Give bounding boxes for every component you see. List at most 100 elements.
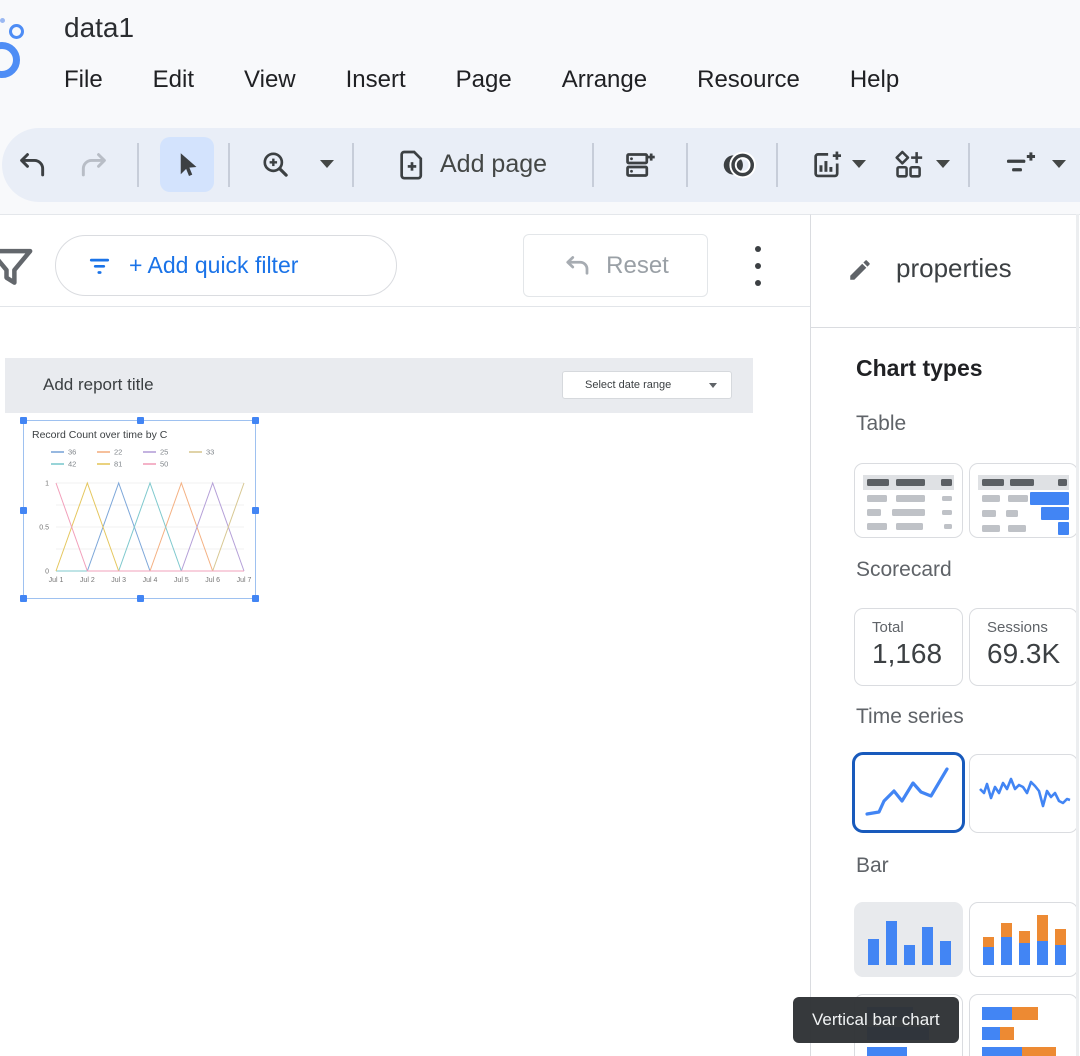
pencil-edit-icon bbox=[850, 260, 870, 280]
add-page-label[interactable]: Add page bbox=[440, 150, 547, 179]
quick-filter-bar: + Add quick filter Reset bbox=[0, 214, 810, 307]
more-options-button[interactable] bbox=[748, 242, 768, 290]
chart-type-vertical-bar[interactable] bbox=[854, 902, 963, 977]
menu-file[interactable]: File bbox=[64, 66, 103, 94]
kebab-dot bbox=[755, 263, 761, 269]
svg-text:Jul 2: Jul 2 bbox=[80, 577, 95, 584]
resize-handle-sw[interactable] bbox=[20, 595, 27, 602]
zoom-dropdown-caret-icon[interactable] bbox=[320, 160, 334, 168]
svg-text:25: 25 bbox=[160, 448, 168, 457]
chart-type-table-with-bars[interactable] bbox=[969, 463, 1078, 538]
properties-panel: properties Chart types Table Scorecard T… bbox=[810, 214, 1080, 1056]
toolbar-divider bbox=[968, 143, 970, 187]
chart-type-table[interactable] bbox=[854, 463, 963, 538]
looker-studio-window: data1 File Edit View Insert Page Arrange… bbox=[0, 0, 1080, 1056]
add-page-button[interactable] bbox=[390, 142, 434, 188]
toolbar-divider bbox=[228, 143, 230, 187]
document-title[interactable]: data1 bbox=[64, 12, 134, 44]
time-series-chart[interactable]: Record Count over time by C 36 22 25 33 42 81 5… bbox=[20, 417, 259, 602]
menu-insert[interactable]: Insert bbox=[346, 66, 406, 94]
report-canvas[interactable]: Add report title Select date range Recor… bbox=[0, 308, 810, 1056]
menu-resource[interactable]: Resource bbox=[697, 66, 800, 94]
add-control-caret-icon[interactable] bbox=[936, 160, 950, 168]
chart-type-scorecard-total[interactable]: Total 1,168 bbox=[854, 608, 963, 686]
toolbar-divider bbox=[686, 143, 688, 187]
blend-data-button[interactable] bbox=[712, 142, 764, 188]
add-filter-icon bbox=[1006, 152, 1036, 172]
svg-text:1: 1 bbox=[45, 481, 49, 488]
add-filter-caret-icon[interactable] bbox=[1052, 160, 1066, 168]
svg-text:22: 22 bbox=[114, 448, 122, 457]
reset-label: Reset bbox=[606, 251, 669, 279]
svg-text:Jul 5: Jul 5 bbox=[174, 577, 189, 584]
chart-type-sparkline[interactable] bbox=[969, 754, 1078, 833]
date-range-label: Select date range bbox=[585, 379, 672, 391]
reset-button[interactable]: Reset bbox=[523, 234, 708, 297]
menu-view[interactable]: View bbox=[244, 66, 296, 94]
chart-type-time-series-selected[interactable] bbox=[852, 752, 965, 833]
svg-text:Jul 7: Jul 7 bbox=[237, 577, 252, 584]
svg-text:Jul 4: Jul 4 bbox=[143, 577, 158, 584]
kebab-dot bbox=[755, 246, 761, 252]
date-range-caret-icon bbox=[709, 382, 717, 388]
resize-handle-n[interactable] bbox=[137, 417, 144, 424]
scorecard-label: Total bbox=[872, 619, 904, 636]
app-header: data1 File Edit View Insert Page Arrange… bbox=[0, 0, 1080, 214]
add-data-button[interactable] bbox=[618, 142, 662, 188]
add-control-icon bbox=[895, 150, 923, 178]
svg-text:36: 36 bbox=[68, 448, 76, 457]
menu-edit[interactable]: Edit bbox=[153, 66, 194, 94]
svg-text:42: 42 bbox=[68, 460, 76, 469]
table-thumbnail-icon bbox=[863, 475, 954, 530]
svg-text:50: 50 bbox=[160, 460, 168, 469]
resize-handle-e[interactable] bbox=[252, 507, 259, 514]
horizontal-stacked-bar-thumbnail-icon bbox=[982, 1007, 1056, 1056]
add-control-button[interactable] bbox=[886, 142, 930, 188]
filter-funnel-icon[interactable] bbox=[0, 241, 38, 295]
vertical-bar-chart-tooltip: Vertical bar chart bbox=[793, 997, 959, 1043]
svg-text:0: 0 bbox=[45, 569, 49, 576]
resize-handle-s[interactable] bbox=[137, 595, 144, 602]
resize-handle-se[interactable] bbox=[252, 595, 259, 602]
toolbar-divider bbox=[137, 143, 139, 187]
panel-scrollbar[interactable] bbox=[1076, 214, 1079, 1056]
scorecard-label: Sessions bbox=[987, 619, 1048, 636]
menu-arrange[interactable]: Arrange bbox=[562, 66, 647, 94]
group-label-scorecard: Scorecard bbox=[856, 558, 952, 581]
redo-button[interactable] bbox=[72, 142, 116, 188]
add-page-icon bbox=[400, 150, 423, 180]
resize-handle-ne[interactable] bbox=[252, 417, 259, 424]
redo-icon bbox=[81, 153, 106, 177]
svg-text:33: 33 bbox=[206, 448, 214, 457]
resize-handle-nw[interactable] bbox=[20, 417, 27, 424]
group-label-table: Table bbox=[856, 412, 907, 435]
chart-type-horizontal-stacked-bar[interactable] bbox=[969, 994, 1078, 1056]
svg-text:Jul 6: Jul 6 bbox=[205, 577, 220, 584]
select-tool-button[interactable] bbox=[160, 137, 214, 192]
add-filter-button[interactable] bbox=[998, 142, 1042, 188]
properties-panel-title: properties bbox=[896, 253, 1012, 283]
group-label-time-series: Time series bbox=[856, 705, 964, 728]
add-data-icon bbox=[626, 153, 655, 177]
add-quick-filter-label: + Add quick filter bbox=[129, 252, 299, 278]
group-label-bar: Bar bbox=[856, 854, 889, 877]
resize-handle-w[interactable] bbox=[20, 507, 27, 514]
add-chart-button[interactable] bbox=[804, 142, 848, 188]
report-title-placeholder[interactable]: Add report title bbox=[43, 375, 154, 395]
svg-text:Record Count over time by C: Record Count over time by C bbox=[32, 429, 168, 441]
chart-type-scorecard-compact[interactable]: Sessions 69.3K bbox=[969, 608, 1078, 686]
zoom-tool-button[interactable] bbox=[254, 142, 298, 188]
undo-button[interactable] bbox=[10, 142, 54, 188]
toolbar-divider bbox=[352, 143, 354, 187]
add-chart-caret-icon[interactable] bbox=[852, 160, 866, 168]
properties-panel-header: properties bbox=[811, 215, 1080, 328]
add-quick-filter-button[interactable]: + Add quick filter bbox=[55, 235, 397, 296]
menu-page[interactable]: Page bbox=[456, 66, 512, 94]
quick-filter-lines-icon bbox=[89, 258, 110, 274]
scorecard-value: 1,168 bbox=[872, 638, 943, 669]
vertical-bar-thumbnail-icon bbox=[868, 921, 951, 965]
menu-help[interactable]: Help bbox=[850, 66, 899, 94]
date-range-control[interactable]: Select date range bbox=[562, 371, 732, 399]
svg-text:81: 81 bbox=[114, 460, 122, 469]
chart-type-stacked-bar[interactable] bbox=[969, 902, 1078, 977]
